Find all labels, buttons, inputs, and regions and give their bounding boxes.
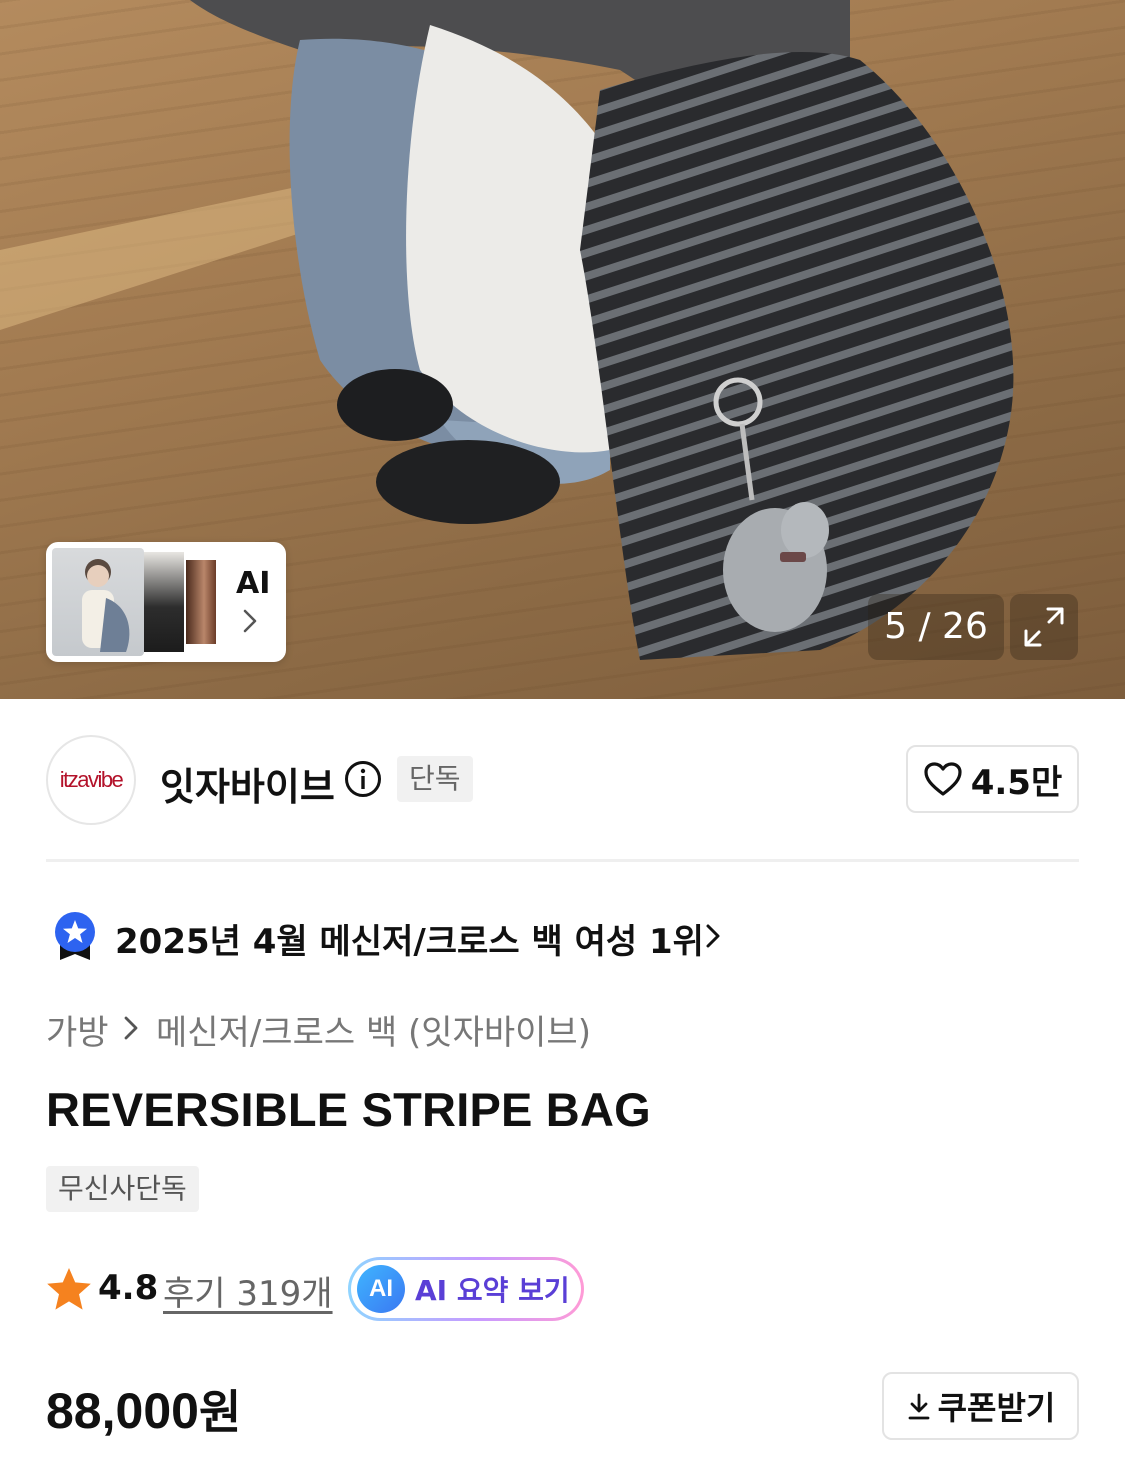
- ai-thumbnail-detail: [186, 560, 216, 644]
- ai-card-label: AI: [236, 566, 271, 601]
- image-counter: 5 / 26: [868, 594, 1004, 660]
- chevron-right-icon: [124, 1016, 138, 1040]
- review-count-link[interactable]: 후기 319개: [163, 1266, 333, 1315]
- exclusive-badge: 단독: [397, 756, 473, 802]
- price-currency: 원: [198, 1385, 242, 1439]
- ranking-text[interactable]: 2025년 4월 메신저/크로스 백 여성 1위: [115, 914, 704, 963]
- like-button[interactable]: 4.5만: [906, 745, 1079, 813]
- price-amount: 88,000: [46, 1383, 199, 1439]
- ai-summary-button[interactable]: AI AI 요약 보기: [348, 1257, 584, 1321]
- breadcrumb-subcategory[interactable]: 메신저/크로스 백 (잇자바이브): [156, 1005, 591, 1054]
- brand-logo[interactable]: itzavibe: [46, 735, 136, 825]
- expand-icon: [1024, 607, 1064, 647]
- breadcrumb-category[interactable]: 가방: [46, 1005, 109, 1054]
- ai-thumbnail-model: [52, 548, 144, 656]
- chevron-right-icon: [243, 609, 257, 633]
- coupon-label: 쿠폰받기: [937, 1389, 1056, 1427]
- ai-recommendation-card[interactable]: AI: [46, 542, 286, 662]
- product-price: 88,000원: [46, 1376, 241, 1442]
- ai-summary-label: AI 요약 보기: [415, 1274, 570, 1307]
- expand-button[interactable]: [1010, 594, 1078, 660]
- star-icon: [47, 1268, 91, 1310]
- ai-badge-icon: AI: [357, 1265, 405, 1313]
- product-title: REVERSIBLE STRIPE BAG: [46, 1083, 651, 1136]
- rating-score: 4.8: [98, 1268, 159, 1308]
- download-icon: [908, 1393, 930, 1420]
- brand-name[interactable]: 잇자바이브: [160, 756, 335, 811]
- chevron-right-icon[interactable]: [704, 922, 722, 950]
- product-image-gallery[interactable]: AI 5 / 26: [0, 0, 1125, 699]
- section-divider: [46, 859, 1079, 862]
- like-count: 4.5만: [970, 762, 1063, 803]
- info-icon[interactable]: [344, 760, 382, 798]
- coupon-button[interactable]: 쿠폰받기: [882, 1372, 1079, 1440]
- ranking-medal-icon: [55, 912, 95, 960]
- heart-icon: [924, 762, 962, 796]
- product-tag: 무신사단독: [46, 1166, 199, 1212]
- ai-thumbnail-bag: [144, 552, 184, 652]
